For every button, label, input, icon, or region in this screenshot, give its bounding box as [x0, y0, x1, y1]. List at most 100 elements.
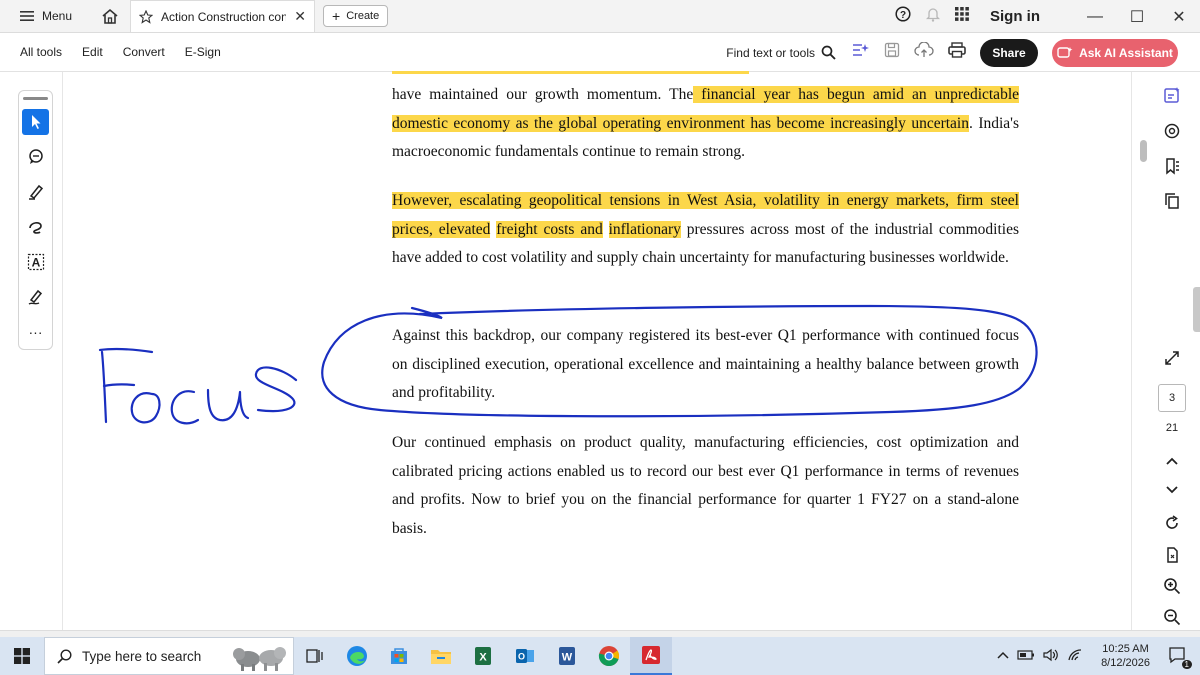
- ask-ai-assistant-button[interactable]: Ask AI Assistant: [1052, 38, 1178, 67]
- maximize-icon[interactable]: ☐: [1116, 7, 1158, 27]
- clock-time: 10:25 AM: [1102, 643, 1149, 655]
- close-window-icon[interactable]: ✕: [1158, 7, 1200, 27]
- thumbnail-strip: [0, 630, 1200, 637]
- battery-icon[interactable]: [1017, 649, 1035, 664]
- edit-link[interactable]: Edit: [82, 45, 103, 59]
- handwritten-focus: [98, 347, 298, 425]
- notification-center-icon[interactable]: 1: [1168, 646, 1192, 669]
- document-viewer[interactable]: A ··· have maintained our growth momentu…: [0, 71, 1200, 637]
- ai-generative-summary-icon[interactable]: [1160, 84, 1184, 106]
- bookmarks-icon[interactable]: [1160, 155, 1184, 177]
- svg-text:?: ?: [900, 10, 906, 21]
- chrome-icon[interactable]: [588, 637, 630, 675]
- title-bar: Menu Action Construction conc... ✕ + Cre…: [0, 0, 1200, 33]
- panel-grip[interactable]: [23, 97, 48, 100]
- minimize-icon[interactable]: —: [1074, 8, 1116, 26]
- vertical-scrollbar[interactable]: [1140, 140, 1147, 162]
- edge-browser-icon[interactable]: [336, 637, 378, 675]
- draw-freehand-icon[interactable]: [22, 214, 49, 240]
- zoom-in-icon[interactable]: [1160, 575, 1184, 597]
- p2-highlight-2[interactable]: freight costs and: [496, 220, 603, 238]
- find-label: Find text or tools: [726, 45, 815, 60]
- search-icon: [821, 45, 836, 60]
- page-thumbnails-icon[interactable]: [1160, 190, 1184, 212]
- highlight-tool-icon[interactable]: [22, 179, 49, 205]
- clock[interactable]: 10:25 AM 8/12/2026: [1101, 642, 1150, 670]
- acrobat-icon[interactable]: [630, 637, 672, 675]
- total-pages: 21: [1165, 422, 1179, 434]
- svg-text:W: W: [562, 652, 573, 664]
- show-hidden-icons-icon[interactable]: [997, 650, 1009, 662]
- quick-tools-panel: A ···: [18, 90, 53, 350]
- elephants-highlight-icon[interactable]: [231, 642, 287, 672]
- clock-date: 8/12/2026: [1101, 657, 1150, 669]
- volume-icon[interactable]: [1043, 648, 1059, 665]
- svg-text:A: A: [31, 256, 40, 270]
- menu-button[interactable]: Menu: [20, 9, 72, 23]
- side-panel-handle[interactable]: [1193, 287, 1200, 332]
- word-icon[interactable]: W: [546, 637, 588, 675]
- svg-text:X: X: [479, 652, 487, 664]
- windows-taskbar: Type here to search X O W 10:25 AM 8/12/…: [0, 637, 1200, 675]
- task-view-icon[interactable]: [294, 637, 336, 675]
- close-tab-icon[interactable]: ✕: [294, 8, 306, 25]
- start-button[interactable]: [0, 637, 44, 675]
- next-page-icon[interactable]: [1160, 479, 1184, 501]
- help-icon[interactable]: ?: [888, 6, 918, 27]
- home-icon: [102, 8, 118, 24]
- plus-icon: +: [332, 8, 341, 24]
- text-box-icon[interactable]: A: [22, 249, 49, 275]
- rotate-icon[interactable]: [1160, 512, 1184, 534]
- zoom-out-icon[interactable]: [1160, 606, 1184, 628]
- paragraph-3: Against this backdrop, our company regis…: [392, 327, 1019, 402]
- create-label: Create: [346, 10, 380, 22]
- wifi-icon[interactable]: [1067, 648, 1083, 665]
- page-left-edge: [62, 72, 63, 637]
- find-tools-button[interactable]: Find text or tools: [726, 45, 836, 60]
- all-tools-link[interactable]: All tools: [20, 45, 62, 59]
- hamburger-icon: [20, 11, 34, 21]
- microsoft-store-icon[interactable]: [378, 637, 420, 675]
- esign-link[interactable]: E-Sign: [185, 45, 221, 59]
- fit-page-icon[interactable]: [1160, 544, 1184, 566]
- bell-icon[interactable]: [918, 6, 948, 27]
- tab-document[interactable]: Action Construction conc... ✕: [130, 0, 316, 32]
- expand-view-icon[interactable]: [1160, 347, 1184, 369]
- ai-summarize-icon[interactable]: [850, 41, 870, 64]
- taskbar-search-box[interactable]: Type here to search: [44, 637, 294, 675]
- home-button[interactable]: [100, 6, 120, 26]
- windows-logo-icon: [14, 648, 30, 664]
- p2-highlight-3[interactable]: inflationary: [608, 220, 681, 238]
- print-icon[interactable]: [948, 42, 966, 63]
- notification-badge: 1: [1181, 659, 1192, 669]
- comments-panel-icon[interactable]: [1160, 120, 1184, 142]
- paragraph-1: have maintained our growth momentum. The…: [392, 81, 1019, 167]
- cloud-upload-icon[interactable]: [914, 41, 934, 63]
- search-icon: [57, 648, 72, 664]
- search-placeholder: Type here to search: [82, 648, 202, 664]
- page-right-edge: [1131, 72, 1132, 637]
- star-icon[interactable]: [139, 9, 154, 24]
- paragraph-2: However, escalating geopolitical tension…: [392, 187, 1019, 273]
- apps-grid-icon[interactable]: [948, 7, 976, 26]
- paragraph-4: Our continued emphasis on product qualit…: [392, 434, 1019, 537]
- tab-title: Action Construction conc...: [161, 9, 287, 24]
- excel-icon[interactable]: X: [462, 637, 504, 675]
- comment-tool-icon[interactable]: [22, 144, 49, 170]
- svg-text:O: O: [518, 652, 525, 662]
- select-tool-icon[interactable]: [22, 109, 49, 135]
- outlook-icon[interactable]: O: [504, 637, 546, 675]
- current-page-input[interactable]: 3: [1158, 384, 1186, 412]
- right-rail: 3 21: [1150, 72, 1200, 637]
- file-explorer-icon[interactable]: [420, 637, 462, 675]
- create-button[interactable]: + Create: [323, 5, 389, 27]
- share-button[interactable]: Share: [980, 38, 1038, 67]
- sign-in-link[interactable]: Sign in: [990, 8, 1040, 25]
- fill-sign-icon[interactable]: [22, 284, 49, 310]
- convert-link[interactable]: Convert: [123, 45, 165, 59]
- more-tools-icon[interactable]: ···: [22, 319, 49, 345]
- previous-page-icon[interactable]: [1160, 450, 1184, 472]
- save-icon[interactable]: [884, 42, 900, 63]
- partial-line-top: [392, 66, 1019, 74]
- menu-label: Menu: [42, 9, 73, 23]
